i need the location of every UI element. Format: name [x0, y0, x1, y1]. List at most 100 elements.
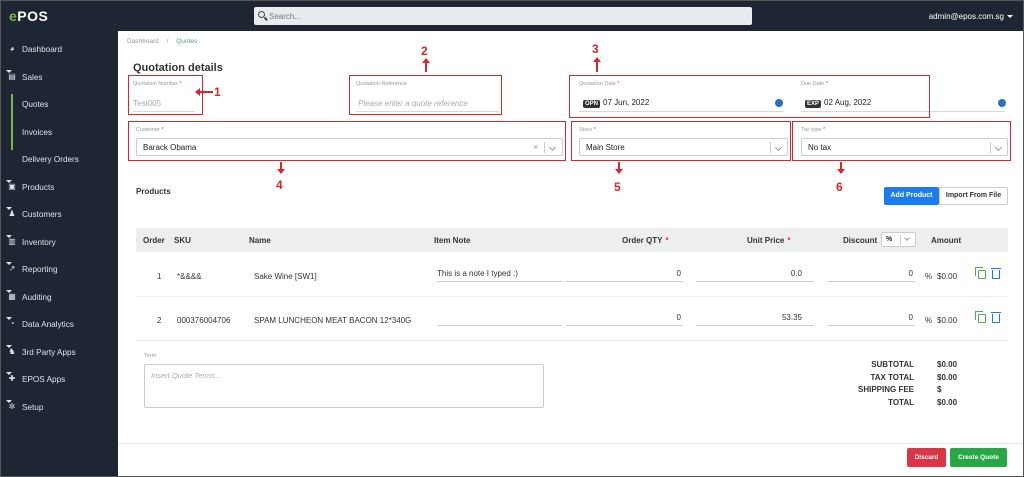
breadcrumb-home[interactable]: Dashboard	[127, 38, 159, 45]
users-icon: ♟	[8, 209, 16, 218]
unit-price-input[interactable]: 0.0	[696, 269, 814, 282]
col-amount: Amount	[931, 236, 962, 245]
order-qty-input[interactable]: 0	[566, 313, 683, 326]
sidebar-item-customers[interactable]: ♟ Customers	[1, 204, 118, 224]
calendar-icon[interactable]	[998, 99, 1006, 107]
page-title: Quotation details	[133, 62, 223, 74]
breadcrumb-separator: /	[166, 38, 169, 45]
sidebar-item-delivery-orders[interactable]: Delivery Orders	[1, 149, 118, 169]
order-qty-input[interactable]: 0	[566, 269, 683, 282]
sidebar-item-label: Auditing	[22, 292, 52, 302]
row-amount: $0.00	[937, 272, 958, 281]
sidebar-item-reporting[interactable]: ↗ Reporting	[1, 259, 118, 279]
sidebar-item-label: 3rd Party Apps	[22, 347, 76, 357]
sidebar-item-products[interactable]: ▣ Products	[1, 177, 118, 197]
annotation-box-3	[569, 75, 930, 118]
annotation-label-3: 3	[592, 42, 599, 56]
item-note-input[interactable]: This is a note I typed :)	[437, 269, 562, 282]
sidebar-item-label: EPOS Apps	[22, 375, 66, 384]
annotation-box-4	[128, 121, 566, 161]
sidebar: ◕ Dashboard ▤ Sales Quotes Invoices Delivery O…	[1, 31, 118, 476]
box-icon: ▣	[8, 181, 16, 191]
col-discount: Discount	[843, 236, 878, 245]
sidebar-item-label: Products	[22, 182, 55, 192]
sidebar-item-invoices[interactable]: Invoices	[1, 122, 118, 142]
select-separator	[900, 235, 901, 245]
cart-icon: ▤	[8, 71, 16, 81]
discount-input[interactable]: 0	[828, 269, 915, 282]
sidebar-item-data-analytics[interactable]: ◔ Data Analytics	[1, 314, 118, 334]
trash-icon[interactable]	[991, 268, 1001, 279]
quote-terms-textarea[interactable]	[144, 364, 544, 408]
copy-icon[interactable]	[975, 267, 986, 279]
global-search[interactable]	[254, 7, 752, 25]
sidebar-item-setup[interactable]: ✲ Setup	[1, 397, 118, 417]
sidebar-item-label: Setup	[22, 402, 44, 412]
discount-input[interactable]: 0	[828, 313, 915, 326]
epos-logo[interactable]: ePOS	[9, 8, 48, 24]
total-label-shipping-fee: SHIPPING FEE	[857, 385, 914, 394]
table-header: Order SKU Name Item Note Order QTY * Unit…	[136, 228, 1008, 252]
sidebar-item-epos-apps[interactable]: ✚ EPOS Apps	[1, 369, 118, 389]
annotation-label-4: 4	[276, 178, 283, 192]
row-order: 2	[157, 316, 162, 325]
sidebar-item-inventory[interactable]: ▥ Inventory	[1, 232, 118, 252]
annotation-box-5	[571, 121, 791, 161]
chart-icon: ↗	[8, 264, 16, 273]
search-icon	[258, 11, 265, 18]
trash-icon[interactable]	[991, 312, 1001, 323]
annotation-box-2	[349, 75, 502, 115]
sidebar-item-label: Data Analytics	[22, 320, 74, 329]
item-note-input[interactable]	[437, 313, 562, 326]
total-value-total: $0.00	[937, 397, 958, 407]
annotation-label-1: 1	[214, 85, 221, 99]
sidebar-item-auditing[interactable]: ▦ Auditing	[1, 287, 118, 307]
annotation-box-1	[128, 75, 203, 115]
add-product-button[interactable]: Add Product	[884, 187, 939, 205]
sidebar-item-3rd-party-apps[interactable]: ♞ 3rd Party Apps	[1, 342, 118, 362]
row-sku: 000376004706	[177, 316, 231, 325]
apps-icon: ♞	[8, 346, 16, 356]
discount-type-value: %	[886, 236, 893, 243]
col-order-qty: Order QTY *	[622, 236, 669, 245]
create-quote-button[interactable]: Create Quote	[950, 448, 1007, 467]
col-name: Name	[249, 236, 271, 245]
gear-icon: ✲	[8, 401, 16, 411]
annotation-arrow-line	[199, 91, 213, 93]
row-name: Sake Wine [SW1]	[254, 272, 317, 281]
chevron-down-icon	[904, 235, 910, 241]
user-menu[interactable]: admin@epos.com.sg	[929, 12, 1013, 21]
inventory-icon: ▥	[8, 236, 16, 246]
annotation-label-6: 6	[836, 180, 843, 194]
copy-icon[interactable]	[975, 311, 986, 323]
annotation-arrow-3	[593, 57, 601, 62]
discard-button[interactable]: Discard	[907, 448, 946, 467]
sidebar-item-quotes[interactable]: Quotes	[1, 94, 118, 114]
total-label-subtotal: SUBTOTAL	[871, 360, 914, 369]
col-order: Order	[143, 236, 165, 245]
footer-divider	[118, 443, 1023, 444]
annotation-arrow-line	[596, 61, 598, 72]
total-value-shipping-fee: $	[937, 385, 942, 394]
top-bar: ePOS admin@epos.com.sg	[1, 1, 1023, 31]
discount-percent-sign: %	[925, 316, 933, 325]
sidebar-item-label: Dashboard	[22, 45, 63, 54]
unit-price-input[interactable]: 53.35	[696, 313, 814, 326]
row-name: SPAM LUNCHEON MEAT BACON 12*340G	[254, 316, 412, 325]
discount-type-select[interactable]: %	[881, 232, 916, 247]
sidebar-item-sales[interactable]: ▤ Sales	[1, 67, 118, 87]
row-amount: $0.00	[937, 316, 958, 325]
annotation-label-2: 2	[421, 44, 428, 58]
row-sku: *&&&&	[177, 272, 202, 281]
search-input[interactable]	[269, 9, 739, 23]
annotation-box-6	[792, 121, 1011, 161]
plus-icon: ✚	[8, 374, 16, 383]
sidebar-item-label: Quotes	[22, 100, 49, 109]
terms-label: Term	[144, 353, 157, 359]
col-item-note: Item Note	[434, 236, 471, 245]
import-from-file-button[interactable]: Import From File	[939, 187, 1008, 205]
table-row: 1 *&&&& Sake Wine [SW1] This is a note I ty…	[136, 255, 1008, 297]
annotation-arrow-4	[277, 169, 285, 174]
sidebar-item-dashboard[interactable]: ◕ Dashboard	[1, 39, 118, 59]
discount-percent-sign: %	[925, 272, 933, 281]
